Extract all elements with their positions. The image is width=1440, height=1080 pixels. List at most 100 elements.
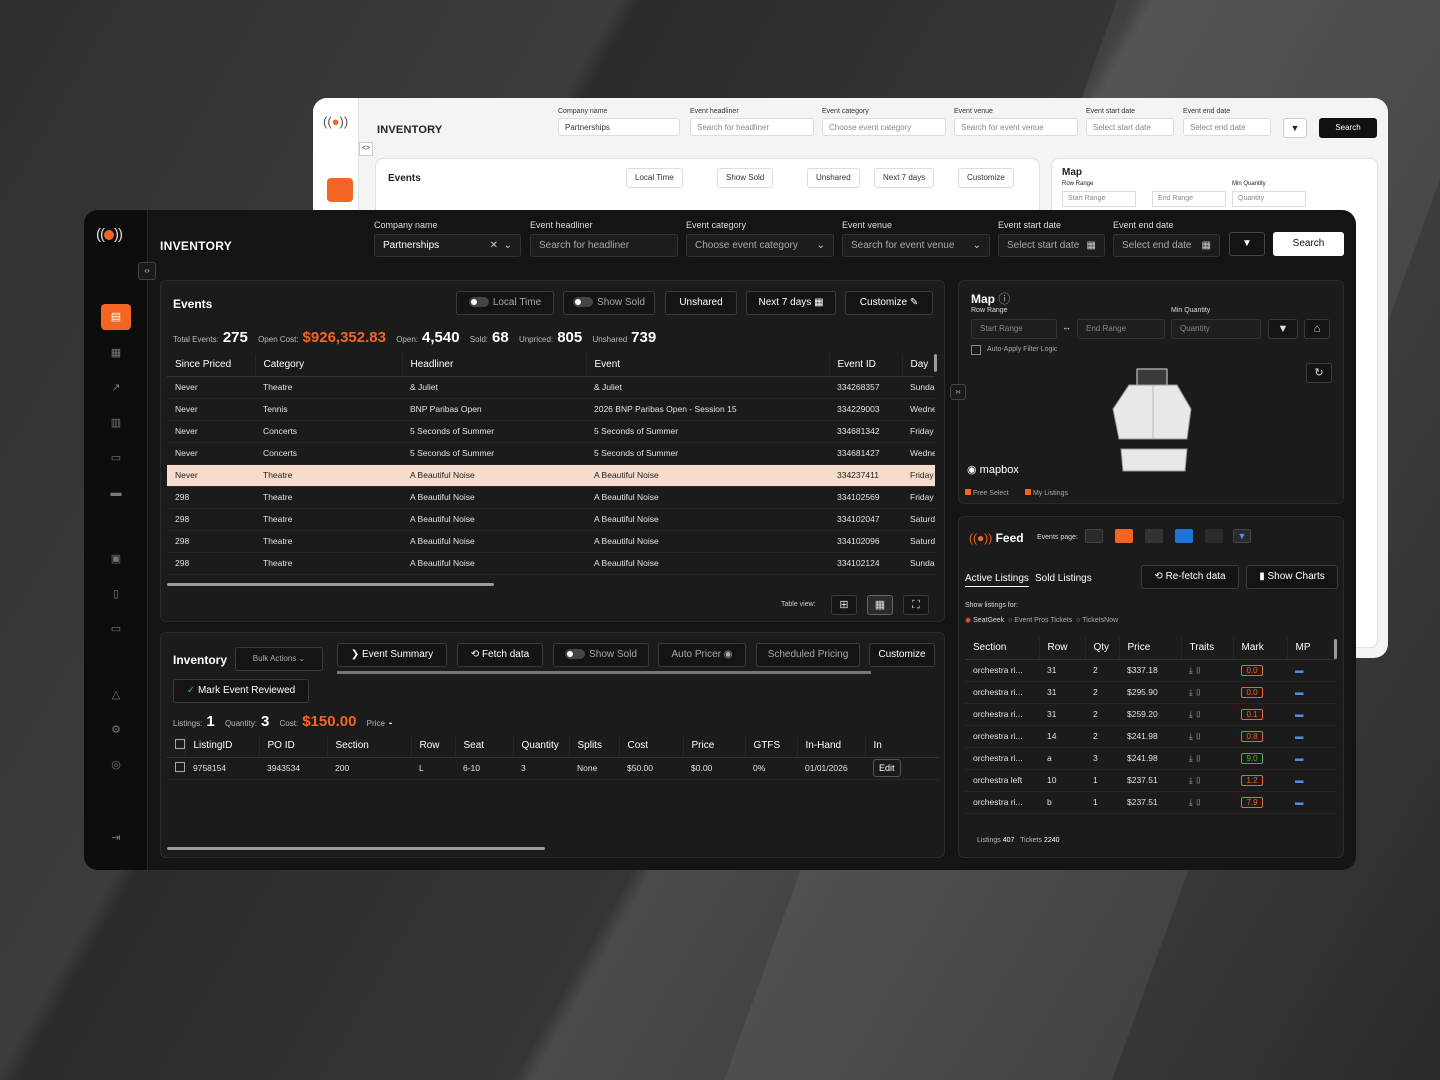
- refetch-button[interactable]: ⟲ Re-fetch data: [1141, 565, 1239, 589]
- inventory-col-header[interactable]: PO ID: [259, 735, 328, 758]
- bulk-actions-select[interactable]: Bulk Actions ⌄: [235, 647, 323, 671]
- auto-apply-checkbox[interactable]: [971, 345, 981, 355]
- grid-view-icon[interactable]: ⊞: [831, 595, 857, 615]
- source5-icon[interactable]: [1205, 529, 1223, 543]
- mark-reviewed-button[interactable]: ✓ Mark Event Reviewed: [173, 679, 309, 703]
- table-row[interactable]: orchestra ri... 31 2 $295.90 ⤓ ▯ 0.0 ▬: [965, 681, 1337, 704]
- source4-icon[interactable]: [1175, 529, 1193, 543]
- table-row[interactable]: orchestra ri... b 1 $237.51 ⤓ ▯ 7.9 ▬: [965, 791, 1337, 814]
- filter-icon[interactable]: ▼: [1283, 118, 1307, 138]
- event-summary-tab[interactable]: ❯ Event Summary: [337, 643, 447, 667]
- table-row[interactable]: 298 Theatre A Beautiful Noise A Beautiful N…: [167, 552, 935, 575]
- venue-map[interactable]: [1109, 367, 1199, 479]
- refresh-icon[interactable]: ↻: [1306, 363, 1332, 383]
- download-icon[interactable]: ⤓: [1189, 753, 1193, 763]
- show-sold-toggle[interactable]: Show Sold: [563, 291, 655, 315]
- fetch-data-button[interactable]: ⟲ Fetch data: [457, 643, 543, 667]
- feed-col-header[interactable]: Section: [965, 637, 1040, 660]
- company-filter[interactable]: Company name Partnerships ✕ ⌄: [374, 220, 521, 257]
- lock-icon[interactable]: ⌂: [1304, 319, 1330, 339]
- inventory-col-header[interactable]: Row: [411, 735, 456, 758]
- bar-chart-icon[interactable]: ▥: [101, 410, 131, 436]
- filter-icon[interactable]: ▼: [1229, 232, 1265, 256]
- seat-icon[interactable]: ▬: [1295, 687, 1304, 697]
- support-icon[interactable]: ◎: [101, 752, 131, 778]
- collapse-icon[interactable]: ‹›: [138, 262, 156, 280]
- category-filter[interactable]: Event category Choose event category: [822, 108, 946, 136]
- vertical-scrollbar[interactable]: [1334, 639, 1337, 659]
- feed-col-header[interactable]: Row: [1039, 637, 1086, 660]
- quantity-input[interactable]: Quantity: [1171, 319, 1261, 339]
- filter-icon[interactable]: ▼: [1268, 319, 1298, 339]
- events-col-header[interactable]: Since Priced: [167, 354, 256, 377]
- inventory-col-header[interactable]: Section: [327, 735, 412, 758]
- download-icon[interactable]: ⤓: [1189, 775, 1193, 785]
- ticket-icon[interactable]: [327, 178, 353, 202]
- search-button[interactable]: Search: [1319, 118, 1377, 138]
- table-row[interactable]: Never Tennis BNP Paribas Open 2026 BNP Pari…: [167, 398, 935, 421]
- seat-icon[interactable]: ▬: [1295, 709, 1304, 719]
- inventory-col-header[interactable]: GTFS: [745, 735, 798, 758]
- customize-button[interactable]: Customize ✎: [845, 291, 933, 315]
- download-icon[interactable]: ⤓: [1189, 709, 1193, 719]
- customize-button[interactable]: Customize: [869, 643, 935, 667]
- feed-col-header[interactable]: Price: [1119, 637, 1182, 660]
- bell-icon[interactable]: △: [101, 682, 131, 708]
- inventory-col-header[interactable]: Cost: [619, 735, 684, 758]
- select-all-checkbox[interactable]: [167, 735, 186, 758]
- expand-icon[interactable]: ›‹: [950, 384, 966, 400]
- show-sold-toggle[interactable]: Show Sold: [553, 643, 649, 667]
- scheduled-pricing-tab[interactable]: Scheduled Pricing: [756, 643, 860, 667]
- wallet-icon[interactable]: ▬: [101, 480, 131, 506]
- table-row[interactable]: Never Theatre A Beautiful Noise A Beautiful…: [167, 464, 935, 487]
- table-row[interactable]: Never Theatre & Juliet & Juliet 334268357 Sun…: [167, 376, 935, 399]
- local-time-toggle[interactable]: Local Time: [456, 291, 554, 315]
- inventory-col-header[interactable]: In: [865, 735, 939, 758]
- headliner-filter[interactable]: Event headliner Search for headliner: [690, 108, 814, 136]
- table-row[interactable]: 298 Theatre A Beautiful Noise A Beautiful N…: [167, 530, 935, 553]
- collapse-icon[interactable]: <>: [359, 142, 373, 156]
- seat-icon[interactable]: ▬: [1295, 753, 1304, 763]
- vertical-scrollbar[interactable]: [934, 354, 937, 372]
- category-filter[interactable]: Event category Choose event category ⌄: [686, 220, 834, 257]
- table-row[interactable]: 298 Theatre A Beautiful Noise A Beautiful N…: [167, 486, 935, 509]
- source-radios[interactable]: ◉ SeatGeek ○ Event Pros Tickets ○ Ticket…: [965, 616, 1118, 624]
- table-row[interactable]: 298 Theatre A Beautiful Noise A Beautiful N…: [167, 508, 935, 531]
- inventory-col-header[interactable]: Quantity: [513, 735, 570, 758]
- table-row[interactable]: orchestra ri... 14 2 $241.98 ⤓ ▯ 0.8 ▬: [965, 725, 1337, 748]
- edit-cell[interactable]: Edit: [865, 757, 939, 780]
- document-icon[interactable]: ▯: [101, 581, 131, 607]
- tab-active-listings[interactable]: Active Listings: [965, 573, 1029, 587]
- seatgeek-icon[interactable]: [1085, 529, 1103, 543]
- seat-icon[interactable]: ▬: [1295, 797, 1304, 807]
- quantity-input[interactable]: Quantity: [1232, 191, 1306, 207]
- table-row[interactable]: Never Concerts 5 Seconds of Summer 5 Second…: [167, 420, 935, 443]
- table-row[interactable]: orchestra ri... a 3 $241.98 ⤓ ▯ 9.0 ▬: [965, 747, 1337, 770]
- horizontal-scrollbar[interactable]: [167, 847, 545, 850]
- feed-col-header[interactable]: Mark: [1233, 637, 1288, 660]
- events-col-header[interactable]: Category: [255, 354, 403, 377]
- seat-icon[interactable]: ▬: [1295, 665, 1304, 675]
- inventory-col-header[interactable]: Seat: [455, 735, 514, 758]
- events-col-header[interactable]: Event: [586, 354, 830, 377]
- events-col-header[interactable]: Event ID: [829, 354, 903, 377]
- source2-icon[interactable]: [1115, 529, 1133, 543]
- end-range-input[interactable]: End Range: [1152, 191, 1226, 207]
- image-icon[interactable]: ▭: [101, 616, 131, 642]
- next7-button[interactable]: Next 7 days: [874, 168, 935, 188]
- start-range-input[interactable]: Start Range: [971, 319, 1057, 339]
- calendar-icon[interactable]: ▣: [101, 546, 131, 572]
- start-date-filter[interactable]: Event start date Select start date: [1086, 108, 1174, 136]
- show-charts-button[interactable]: ▮ Show Charts: [1246, 565, 1338, 589]
- edit-button[interactable]: Edit: [873, 759, 901, 777]
- feed-col-header[interactable]: Traits: [1181, 637, 1234, 660]
- ticket-icon[interactable]: ▤: [101, 304, 131, 330]
- table-row[interactable]: Never Concerts 5 Seconds of Summer 5 Second…: [167, 442, 935, 465]
- inventory-col-header[interactable]: Price: [683, 735, 746, 758]
- seat-icon[interactable]: ▬: [1295, 731, 1304, 741]
- show-sold-toggle[interactable]: Show Sold: [717, 168, 774, 188]
- logout-icon[interactable]: ⇥: [101, 825, 131, 851]
- events-col-header[interactable]: Day: [902, 354, 935, 377]
- card-icon[interactable]: ▭: [101, 445, 131, 471]
- download-icon[interactable]: ⤓: [1189, 687, 1193, 697]
